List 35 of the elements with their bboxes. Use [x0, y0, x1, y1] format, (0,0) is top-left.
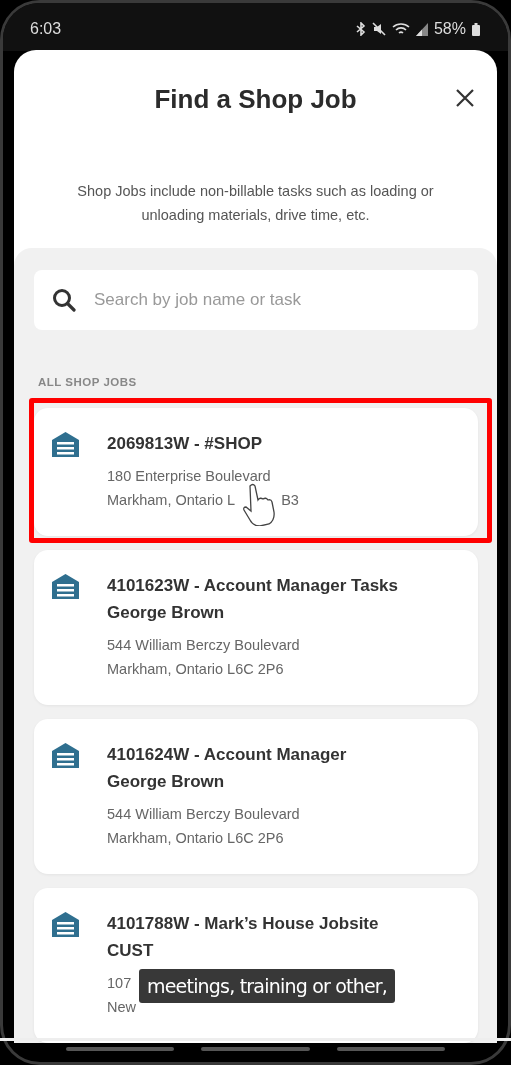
garage-icon	[52, 574, 79, 599]
job-title: 4101623W - Account Manager Tasks George Brown	[107, 575, 399, 624]
job-address: 180 Enterprise Boulevard	[107, 467, 271, 486]
close-button[interactable]	[455, 88, 475, 108]
video-caption: meetings, training or other,	[139, 969, 396, 1003]
job-address: 544 William Berczy Boulevard	[107, 805, 300, 824]
garage-icon	[52, 912, 79, 937]
job-address: 544 William Berczy Boulevard	[107, 636, 300, 655]
job-card[interactable]: 2069813W - #SHOP 180 Enterprise Boulevard Markham, Ontario L B3	[34, 408, 478, 536]
wifi-icon	[391, 22, 410, 36]
garage-icon	[52, 432, 79, 457]
search-field[interactable]: Search by job name or task	[34, 270, 478, 330]
garage-icon	[52, 743, 79, 768]
bluetooth-icon	[355, 22, 366, 36]
job-address: Markham, Ontario L	[107, 491, 236, 510]
description-text: Shop Jobs include non-billable tasks such as loading or unloading materials, drive time, etc.	[77, 182, 434, 223]
search-icon	[52, 288, 76, 312]
job-address: New	[107, 998, 136, 1017]
close-icon	[455, 88, 475, 108]
job-address: Markham, Ontario L6C 2P6	[107, 829, 284, 848]
job-address: Markham, Ontario L6C 2P6	[107, 660, 284, 679]
job-card[interactable]: 4101624W - Account Manager George Brown 544 William Berczy Boulevard Markham, Ontario L6C 2P6	[34, 719, 478, 874]
screen-title: Find a Shop Job	[154, 83, 357, 115]
job-title: 2069813W - #SHOP	[107, 433, 263, 455]
job-address: B3	[281, 491, 299, 510]
job-card[interactable]: 4101623W - Account Manager Tasks George Brown 544 William Berczy Boulevard Markham, Ontario L6C 2P6	[34, 550, 478, 705]
battery-percent: 58%	[433, 20, 466, 38]
battery-icon	[472, 22, 480, 36]
signal-icon	[415, 22, 428, 36]
job-title: 4101624W - Account Manager George Brown	[107, 744, 348, 793]
mute-icon	[371, 22, 386, 36]
clock-time: 6:03	[30, 20, 63, 38]
section-label: ALL SHOP JOBS	[38, 376, 138, 388]
job-address: 107	[107, 974, 132, 993]
job-title: 4101788W - Mark’s House Jobsite CUST	[107, 913, 380, 962]
